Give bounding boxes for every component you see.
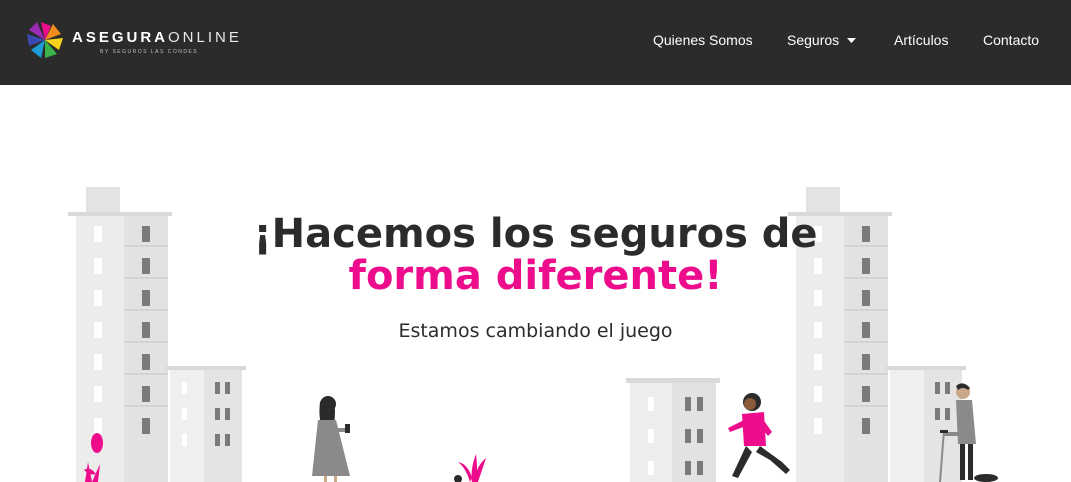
nav-seguros-label: Seguros [787,32,840,48]
hero-title-line1: ¡Hacemos los seguros de [253,211,818,257]
logo-brand-bold: ASEGURA [72,29,169,46]
nav-seguros[interactable]: Seguros [787,32,857,48]
pink-plant-center-illustration [454,454,486,482]
nav-contacto[interactable]: Contacto [983,32,1039,48]
logo[interactable]: ASEGURAONLINE BY SEGUROS LAS CONDES [25,20,239,60]
woman-phone-illustration [312,396,350,482]
nav-articulos[interactable]: Artículos [894,32,948,48]
logo-brand-light: ONLINE [168,29,242,46]
logo-wordmark: ASEGURAONLINE [72,29,242,46]
hero-subtitle: Estamos cambiando el juego [398,320,673,342]
site-header: ASEGURAONLINE BY SEGUROS LAS CONDES Quie… [0,0,1071,85]
runner-illustration [728,393,790,478]
caret-down-icon [847,38,857,44]
hero-title-line2: forma diferente! [348,253,723,299]
logo-pinwheel-icon [27,22,63,58]
nav-quienes-somos[interactable]: Quienes Somos [653,32,753,48]
right-middle-building-illustration [626,378,720,482]
logo-tagline: BY SEGUROS LAS CONDES [100,49,199,55]
